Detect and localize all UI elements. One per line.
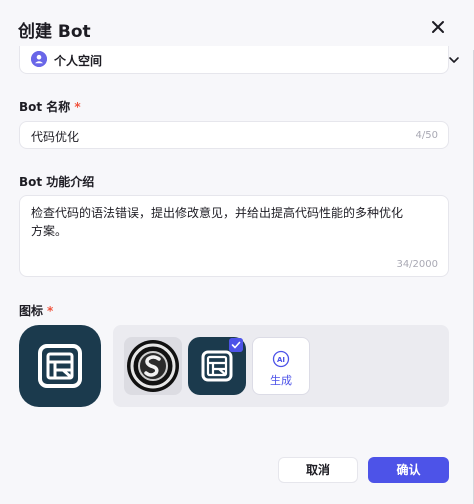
- s-coin-icon: [127, 340, 179, 392]
- close-icon[interactable]: [431, 20, 445, 34]
- bot-name-label-text: Bot 名称: [19, 100, 71, 114]
- workspace-select[interactable]: 个人空间: [19, 46, 459, 74]
- icon-options-panel: AI 生成: [113, 325, 449, 407]
- bot-name-label: Bot 名称 *: [19, 98, 81, 115]
- generate-label: 生成: [270, 374, 292, 387]
- icon-option-s-coin[interactable]: [124, 337, 182, 395]
- icon-label-text: 图标: [19, 304, 44, 318]
- confirm-button[interactable]: 确认: [368, 457, 449, 483]
- workspace-select-value: 个人空间: [54, 54, 103, 68]
- bot-description-textarea[interactable]: 检查代码的语法错误，提出修改意见，并给出提高代码性能的多种优化方案。 34/20…: [19, 195, 449, 277]
- bot-name-input[interactable]: 代码优化 4/50: [19, 121, 449, 149]
- create-bot-dialog: 创建 Bot 个人空间 Bot 名称 * 代码优化 4/50 Bot 功能介绍 检…: [0, 0, 474, 504]
- required-mark: *: [74, 100, 81, 114]
- icon-preview: [19, 325, 101, 407]
- bot-name-value: 代码优化: [31, 130, 80, 144]
- icon-label: 图标 *: [19, 302, 53, 319]
- user-avatar-icon: [31, 51, 47, 67]
- dialog-header: 创建 Bot: [0, 0, 474, 50]
- dialog-title: 创建 Bot: [18, 22, 91, 42]
- bot-description-label: Bot 功能介绍: [19, 175, 95, 189]
- ai-icon: AI: [272, 350, 290, 368]
- bot-name-counter: 4/50: [415, 130, 438, 141]
- svg-text:AI: AI: [277, 356, 285, 364]
- generate-icon-button[interactable]: AI 生成: [252, 337, 310, 395]
- cancel-button[interactable]: 取消: [278, 457, 358, 483]
- bot-description-value: 检查代码的语法错误，提出修改意见，并给出提高代码性能的多种优化方案。: [31, 206, 404, 238]
- code-window-icon: [38, 344, 82, 388]
- chevron-down-icon: [449, 57, 459, 63]
- required-mark: *: [47, 304, 54, 318]
- bot-description-counter: 34/2000: [396, 259, 438, 270]
- selected-check-icon: [229, 338, 243, 352]
